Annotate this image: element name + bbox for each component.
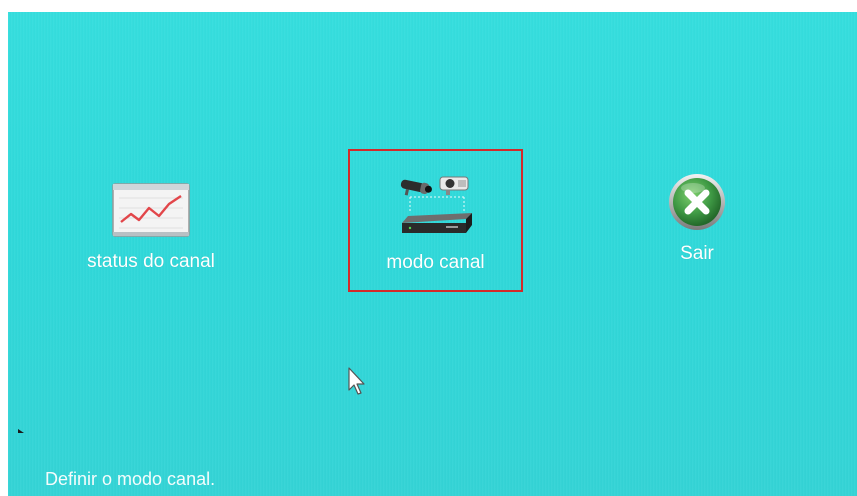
menu-item-label: Sair: [680, 243, 714, 264]
menu-item-label: modo canal: [386, 252, 485, 273]
menu-item-sair[interactable]: Sair: [658, 172, 736, 265]
menu-item-label: status do canal: [87, 251, 215, 272]
help-status-text: Definir o modo canal.: [45, 469, 216, 489]
mouse-cursor-icon: [348, 367, 365, 395]
camera-dvr-icon: [396, 151, 476, 252]
dvr-menu-screen: status do canal modo canal Sair Definir …: [8, 12, 857, 496]
corner-marker: [18, 429, 24, 433]
menu-item-status-do-canal[interactable]: status do canal: [56, 178, 246, 273]
menu-item-modo-canal[interactable]: modo canal: [348, 149, 523, 292]
close-icon: [667, 172, 727, 243]
line-chart-icon: [111, 178, 191, 251]
